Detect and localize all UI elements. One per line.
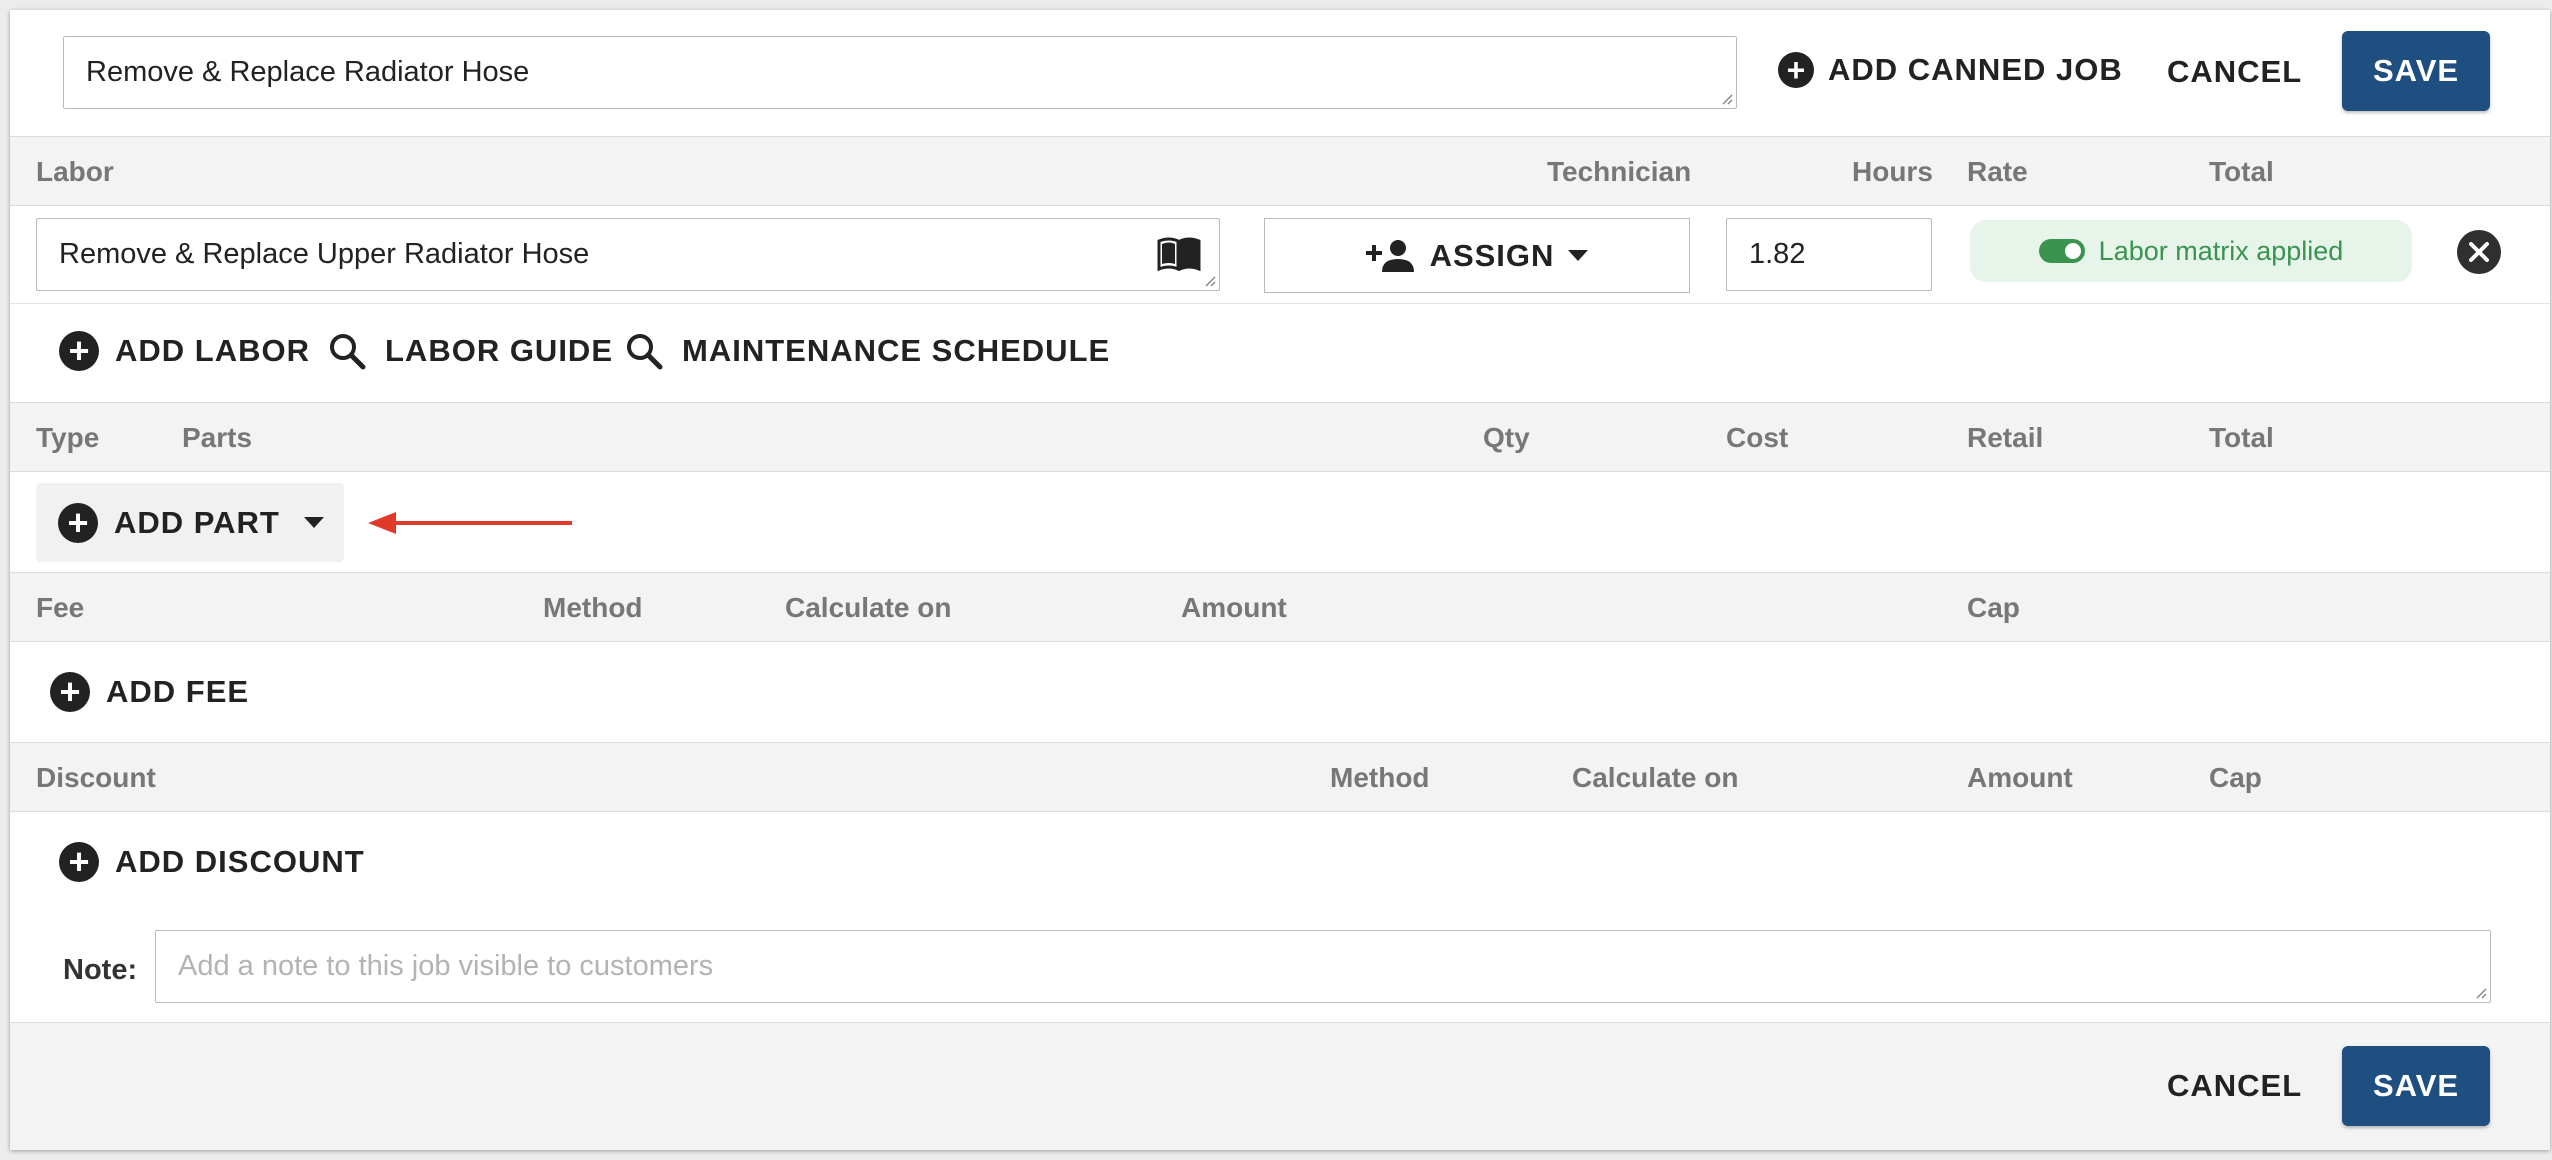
resize-handle-icon[interactable] — [1202, 273, 1216, 287]
fee-amount-header: Amount — [1181, 592, 1287, 623]
fee-calculate-on-header: Calculate on — [785, 592, 952, 623]
labor-header-band — [10, 136, 2550, 206]
job-title-value: Remove & Replace Radiator Hose — [86, 56, 530, 88]
red-arrow-annotation-icon — [368, 512, 572, 534]
discount-cap-header: Cap — [2209, 762, 2262, 793]
chevron-down-icon — [303, 517, 324, 528]
note-input[interactable]: Add a note to this job visible to custom… — [155, 930, 2491, 1003]
resize-handle-icon[interactable] — [1719, 91, 1733, 105]
technician-header: Technician — [1547, 156, 1692, 187]
fee-header: Fee — [36, 592, 85, 623]
labor-matrix-badge[interactable]: Labor matrix applied — [1970, 220, 2412, 282]
add-fee-label: ADD FEE — [106, 674, 250, 709]
hours-header: Hours — [1852, 156, 1933, 187]
add-discount-label: ADD DISCOUNT — [115, 844, 365, 879]
maintenance-schedule-label: MAINTENANCE SCHEDULE — [682, 333, 1111, 368]
plus-circle-icon: + — [59, 331, 99, 371]
type-header: Type — [36, 422, 100, 453]
add-part-label: ADD PART — [114, 504, 280, 540]
save-label-top: SAVE — [2372, 53, 2460, 88]
plus-circle-icon: + — [50, 672, 90, 712]
qty-header: Qty — [1483, 422, 1530, 453]
retail-header: Retail — [1967, 422, 2044, 453]
hours-input[interactable]: 1.82 — [1726, 218, 1932, 291]
maintenance-schedule-button[interactable]: MAINTENANCE SCHEDULE — [624, 331, 1110, 371]
rate-header: Rate — [1967, 156, 2028, 187]
cancel-button-bottom[interactable]: CANCEL — [2167, 1068, 2302, 1104]
plus-circle-icon: + — [1778, 52, 1814, 88]
fee-method-header: Method — [543, 592, 643, 623]
divider — [10, 303, 2550, 304]
total-header-parts: Total — [2209, 422, 2274, 453]
labor-description-value: Remove & Replace Upper Radiator Hose — [59, 238, 590, 270]
save-label-bottom: SAVE — [2372, 1068, 2460, 1103]
job-editor-card: Remove & Replace Radiator Hose + ADD CAN… — [10, 10, 2550, 1150]
labor-description-input[interactable]: Remove & Replace Upper Radiator Hose — [36, 218, 1220, 291]
add-part-button[interactable]: + ADD PART — [36, 483, 344, 562]
plus-circle-icon: + — [59, 842, 99, 882]
labor-header: Labor — [36, 156, 114, 187]
parts-header: Parts — [182, 422, 253, 453]
assign-technician-button[interactable]: ASSIGN — [1264, 218, 1690, 293]
remove-labor-icon[interactable] — [2456, 229, 2502, 275]
labor-guide-label: LABOR GUIDE — [385, 333, 613, 368]
add-labor-label: ADD LABOR — [115, 333, 310, 368]
book-icon[interactable] — [1157, 237, 1201, 271]
chevron-down-icon — [1568, 250, 1589, 261]
cancel-button-top[interactable]: CANCEL — [2167, 54, 2302, 90]
note-label: Note: — [63, 954, 138, 986]
toggle-on-icon[interactable] — [2038, 239, 2085, 263]
add-canned-job-button[interactable]: + ADD CANNED JOB — [1778, 52, 2123, 88]
discount-amount-header: Amount — [1967, 762, 2073, 793]
add-canned-job-label: ADD CANNED JOB — [1828, 52, 2123, 87]
parts-header-band — [10, 402, 2550, 472]
add-person-icon — [1365, 239, 1414, 272]
discount-method-header: Method — [1330, 762, 1430, 793]
discount-calculate-on-header: Calculate on — [1572, 762, 1739, 793]
save-button-top[interactable]: SAVE — [2342, 31, 2490, 111]
labor-guide-button[interactable]: LABOR GUIDE — [327, 331, 613, 371]
discount-header: Discount — [36, 762, 156, 793]
fee-cap-header: Cap — [1967, 592, 2020, 623]
hours-value: 1.82 — [1749, 238, 1806, 270]
cost-header: Cost — [1726, 422, 1789, 453]
discount-header-band — [10, 742, 2550, 812]
search-icon — [330, 334, 366, 370]
labor-matrix-label: Labor matrix applied — [2098, 235, 2344, 266]
plus-circle-icon: + — [58, 502, 98, 543]
add-labor-button[interactable]: + ADD LABOR — [59, 331, 310, 371]
add-discount-button[interactable]: + ADD DISCOUNT — [59, 842, 365, 882]
total-header-labor: Total — [2209, 156, 2274, 187]
save-button-bottom[interactable]: SAVE — [2342, 1046, 2490, 1126]
search-icon — [627, 334, 663, 370]
resize-handle-icon[interactable] — [2473, 985, 2487, 999]
add-fee-button[interactable]: + ADD FEE — [50, 672, 249, 712]
assign-label: ASSIGN — [1429, 237, 1555, 273]
note-placeholder: Add a note to this job visible to custom… — [178, 950, 714, 982]
job-title-input[interactable]: Remove & Replace Radiator Hose — [63, 36, 1737, 109]
